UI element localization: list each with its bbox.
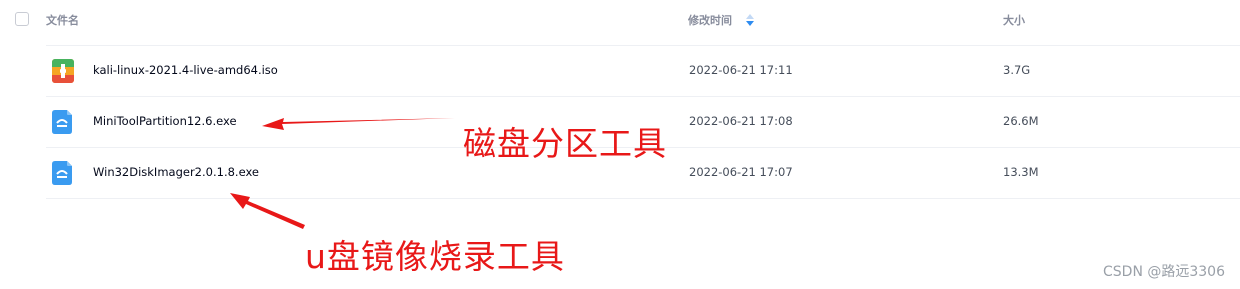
- annotation-partition-tool: 磁盘分区工具: [463, 124, 667, 163]
- column-header-name[interactable]: 文件名: [46, 12, 79, 28]
- file-list-header: 文件名 修改时间 大小: [0, 0, 1240, 40]
- file-name[interactable]: Win32DiskImager2.0.1.8.exe: [93, 165, 259, 179]
- archive-icon: [52, 59, 74, 83]
- sort-icon[interactable]: [746, 14, 754, 26]
- executable-icon: [52, 110, 72, 134]
- file-name[interactable]: kali-linux-2021.4-live-amd64.iso: [93, 63, 278, 77]
- file-row[interactable]: kali-linux-2021.4-live-amd64.iso 2022-06…: [46, 45, 1240, 96]
- watermark: CSDN @路远3306: [1103, 264, 1225, 280]
- file-modified-date: 2022-06-21 17:08: [689, 114, 793, 128]
- file-size: 3.7G: [1003, 63, 1031, 77]
- file-modified-date: 2022-06-21 17:11: [689, 63, 793, 77]
- file-size: 26.6M: [1003, 114, 1039, 128]
- select-all-checkbox[interactable]: [15, 12, 29, 26]
- file-size: 13.3M: [1003, 165, 1039, 179]
- file-modified-date: 2022-06-21 17:07: [689, 165, 793, 179]
- executable-icon: [52, 161, 72, 185]
- column-header-modified[interactable]: 修改时间: [688, 12, 732, 28]
- column-header-size[interactable]: 大小: [1003, 12, 1025, 28]
- annotation-usb-image-tool: u盘镜像烧录工具: [305, 237, 565, 276]
- file-name[interactable]: MiniToolPartition12.6.exe: [93, 114, 237, 128]
